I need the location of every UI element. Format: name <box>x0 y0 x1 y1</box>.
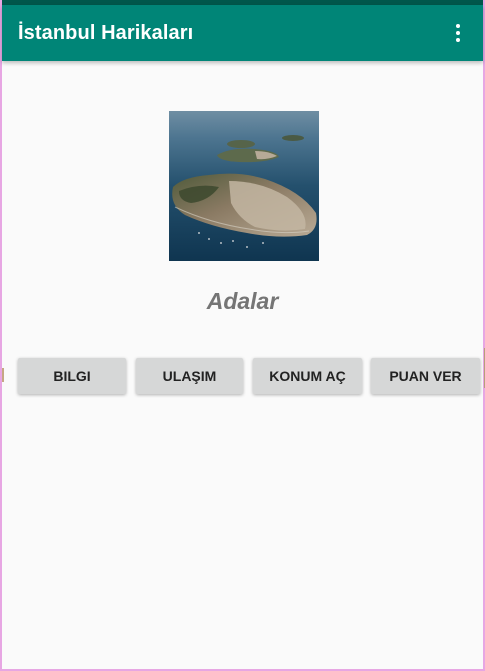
app-screen: İstanbul Harikaları Adalar BILGI ULAŞIM … <box>0 0 485 671</box>
app-bar: İstanbul Harikaları <box>2 5 483 61</box>
transport-button[interactable]: ULAŞIM <box>136 358 243 394</box>
info-button[interactable]: BILGI <box>18 358 126 394</box>
place-image <box>169 111 319 261</box>
more-vert-icon[interactable] <box>443 17 473 49</box>
edge-marker <box>2 368 4 382</box>
app-title: İstanbul Harikaları <box>18 21 194 44</box>
rate-button[interactable]: PUAN VER <box>371 358 480 394</box>
place-name: Adalar <box>206 288 279 314</box>
open-location-button[interactable]: KONUM AÇ <box>253 358 362 394</box>
